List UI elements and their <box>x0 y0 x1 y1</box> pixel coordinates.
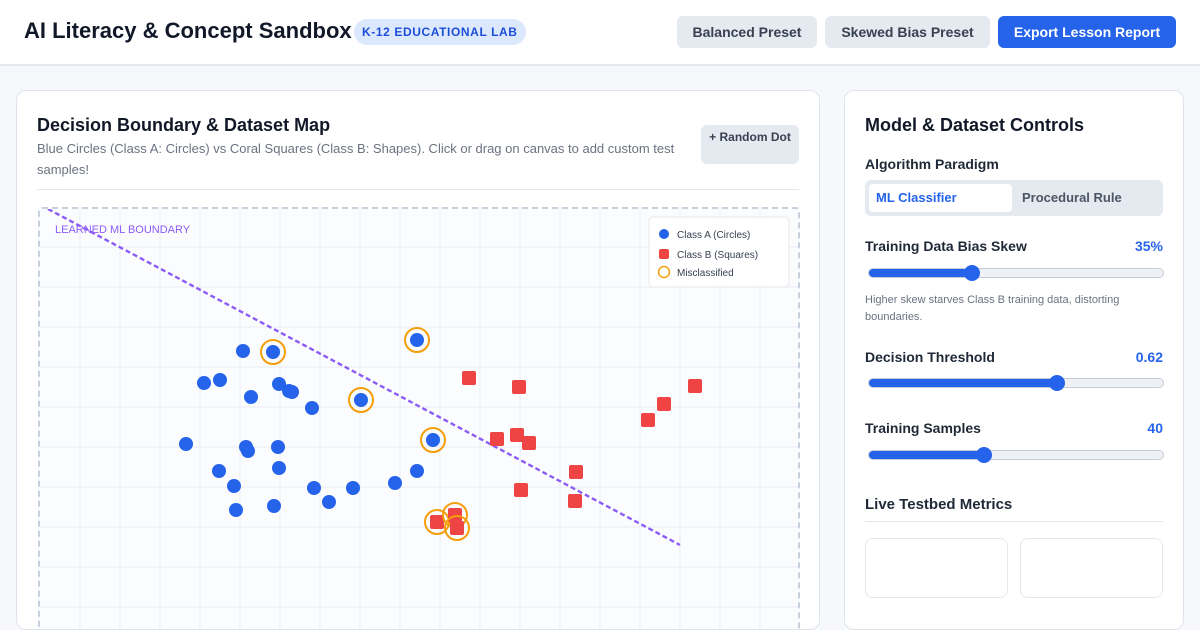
metric-card <box>1020 538 1163 598</box>
class-b-point[interactable] <box>462 371 476 385</box>
bias-skew-handle[interactable] <box>963 265 980 281</box>
threshold-label: Decision Threshold <box>865 349 995 365</box>
class-a-point[interactable] <box>236 344 250 358</box>
training-samples-handle[interactable] <box>975 447 992 463</box>
class-b-point[interactable] <box>569 465 583 479</box>
class-a-point[interactable] <box>227 479 241 493</box>
decision-boundary-canvas[interactable]: LEARNED ML BOUNDARY Class A (Circles) Cl… <box>38 207 800 630</box>
map-title: Decision Boundary & Dataset Map <box>37 115 331 135</box>
bias-skew-value: 35% <box>1134 238 1163 254</box>
class-a-point[interactable] <box>213 373 227 387</box>
legend-misclassified-label: Misclassified <box>677 268 734 279</box>
class-b-point[interactable] <box>448 508 462 522</box>
threshold-value: 0.62 <box>1135 349 1163 365</box>
training-samples-label: Training Samples <box>865 420 981 436</box>
paradigm-label: Algorithm Paradigm <box>865 156 999 172</box>
legend-class-b-icon <box>659 249 669 259</box>
class-a-point[interactable] <box>305 401 319 415</box>
class-a-point[interactable] <box>241 444 255 458</box>
threshold-fill <box>869 379 1058 387</box>
class-a-point[interactable] <box>346 481 360 495</box>
class-a-point[interactable] <box>179 437 193 451</box>
training-samples-slider[interactable] <box>868 447 1164 463</box>
export-lesson-report-button[interactable]: Export Lesson Report <box>998 16 1176 48</box>
class-a-point[interactable] <box>410 464 424 478</box>
class-a-point[interactable] <box>426 433 440 447</box>
class-a-point[interactable] <box>197 376 211 390</box>
paradigm-toggle: ML Classifier Procedural Rule <box>865 180 1163 216</box>
threshold-handle[interactable] <box>1049 375 1066 391</box>
class-a-point[interactable] <box>354 393 368 407</box>
legend-class-a-icon <box>659 229 669 239</box>
skewed-bias-preset-button[interactable]: Skewed Bias Preset <box>825 16 990 48</box>
dataset-map-card: Decision Boundary & Dataset Map Blue Cir… <box>16 90 820 630</box>
legend: Class A (Circles) Class B (Squares) Misc… <box>648 216 790 288</box>
metrics-title: Live Testbed Metrics <box>865 496 1013 513</box>
bias-skew-label: Training Data Bias Skew <box>865 238 1027 254</box>
class-b-point[interactable] <box>641 413 655 427</box>
decision-boundary-line <box>47 209 681 547</box>
class-b-point[interactable] <box>512 380 526 394</box>
controls-title: Model & Dataset Controls <box>865 115 1085 135</box>
lab-badge: K-12 EDUCATIONAL LAB <box>354 19 526 45</box>
training-samples-value: 40 <box>1147 420 1163 436</box>
class-a-point[interactable] <box>272 461 286 475</box>
boundary-label: LEARNED ML BOUNDARY <box>55 224 191 236</box>
threshold-slider[interactable] <box>868 375 1164 391</box>
class-b-point[interactable] <box>450 521 464 535</box>
procedural-rule-option[interactable]: Procedural Rule <box>1022 184 1159 212</box>
metrics-divider <box>865 521 1163 522</box>
class-a-point[interactable] <box>307 481 321 495</box>
bias-skew-hint: Higher skew starves Class B training dat… <box>865 294 1120 323</box>
class-b-point[interactable] <box>430 515 444 529</box>
bias-skew-fill <box>869 269 972 277</box>
balanced-preset-button[interactable]: Balanced Preset <box>677 16 817 48</box>
class-a-point[interactable] <box>285 385 299 399</box>
legend-class-b-label: Class B (Squares) <box>677 250 758 261</box>
class-b-point[interactable] <box>514 483 528 497</box>
class-a-point[interactable] <box>267 499 281 513</box>
class-b-point[interactable] <box>522 436 536 450</box>
class-b-point[interactable] <box>510 428 524 442</box>
class-a-point[interactable] <box>266 345 280 359</box>
plot-svg[interactable]: LEARNED ML BOUNDARY Class A (Circles) Cl… <box>40 209 800 630</box>
class-a-point[interactable] <box>271 440 285 454</box>
app-title: AI Literacy & Concept Sandbox <box>24 18 352 43</box>
class-a-point[interactable] <box>244 390 258 404</box>
class-a-point[interactable] <box>322 495 336 509</box>
training-samples-fill <box>869 451 984 459</box>
app-header: AI Literacy & Concept Sandbox K-12 EDUCA… <box>0 0 1200 66</box>
map-description: Blue Circles (Class A: Circles) vs Coral… <box>37 141 675 177</box>
controls-card: Model & Dataset Controls Algorithm Parad… <box>844 90 1184 630</box>
legend-class-a-label: Class A (Circles) <box>677 230 750 241</box>
map-divider <box>37 189 799 190</box>
class-b-point[interactable] <box>657 397 671 411</box>
ml-classifier-option[interactable]: ML Classifier <box>869 184 1012 212</box>
bias-skew-slider[interactable] <box>868 265 1164 281</box>
class-b-point[interactable] <box>688 379 702 393</box>
class-a-point[interactable] <box>388 476 402 490</box>
class-a-point[interactable] <box>212 464 226 478</box>
class-b-point[interactable] <box>490 432 504 446</box>
class-a-point[interactable] <box>229 503 243 517</box>
metric-card <box>865 538 1008 598</box>
class-b-point[interactable] <box>568 494 582 508</box>
random-dot-button[interactable]: + Random Dot <box>701 125 799 164</box>
class-a-point[interactable] <box>410 333 424 347</box>
